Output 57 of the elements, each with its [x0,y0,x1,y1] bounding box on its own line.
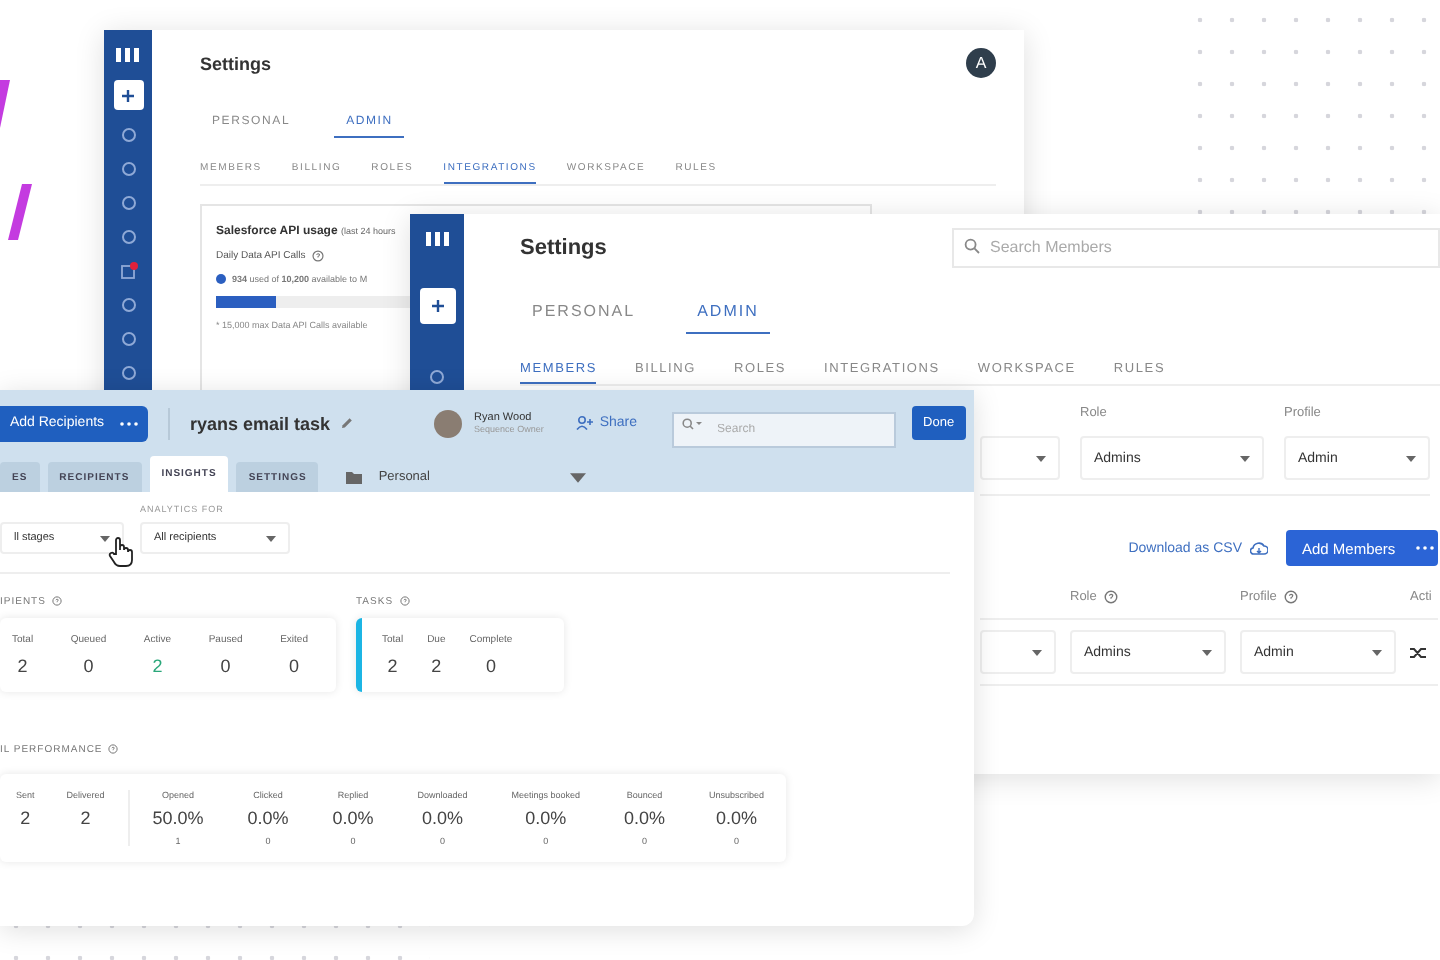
help-icon[interactable] [51,596,62,606]
stat-value: 0.0% [715,808,757,828]
stat-value: 0.0% [247,808,289,828]
stat-value: 50.0% [152,808,204,828]
help-icon[interactable] [311,250,324,262]
search-field[interactable]: Search Members [952,227,1440,267]
caret-icon [570,471,587,483]
sequence-title: ryans email task [190,413,331,433]
tab[interactable]: ADMIN [685,300,771,334]
stat-value: 2 [20,808,31,828]
help-icon[interactable] [1284,590,1299,604]
stat-value: 0 [220,656,231,676]
cloud-icon [1250,541,1268,555]
caret-icon [1372,649,1382,655]
caret-icon [1032,649,1042,655]
stat-value: 0 [83,656,94,676]
stat-value: 2 [80,808,91,828]
caret-icon [1202,649,1212,655]
page-title: Settings [200,53,272,73]
tab[interactable]: PERSONAL [520,300,648,334]
pencil-icon[interactable] [340,416,355,430]
plus-button[interactable] [113,80,143,110]
legend-dot [216,274,226,284]
caret-icon [100,535,110,541]
search-icon [964,238,980,254]
folder-icon [346,471,363,483]
add-person-icon [575,416,594,430]
search-icon[interactable] [681,417,702,429]
avatar [434,409,463,437]
avatar[interactable]: A [966,48,996,78]
plus-button[interactable] [419,288,455,324]
plus-icon [431,300,443,312]
stat-value: 0.0% [623,808,665,828]
stat-value: 2 [152,656,163,676]
help-icon[interactable] [1104,590,1119,604]
shuffle-icon[interactable] [1410,645,1426,659]
caret-icon [1406,455,1416,461]
caret-icon [266,535,276,541]
stat-value: 0.0% [421,808,463,828]
page-title: Settings [520,236,607,260]
caret-icon [1240,455,1250,461]
logo-icon[interactable] [116,46,140,64]
stat-value: 0.0% [525,808,567,828]
hand-cursor-icon [108,536,136,568]
stat-value: 0 [485,656,496,676]
plus-icon [122,89,134,101]
help-icon[interactable] [108,744,119,754]
stat-value: 0.0% [332,808,374,828]
stat-value: 2 [17,656,28,676]
sidebar-icon[interactable] [428,368,446,386]
caret-icon [1036,455,1046,461]
sidebar-icon[interactable] [119,262,137,280]
logo-icon[interactable] [425,230,449,248]
stat-value: 2 [387,656,398,676]
stat-value: 0 [289,656,300,676]
stat-value: 2 [431,656,442,676]
help-icon[interactable] [399,596,410,606]
